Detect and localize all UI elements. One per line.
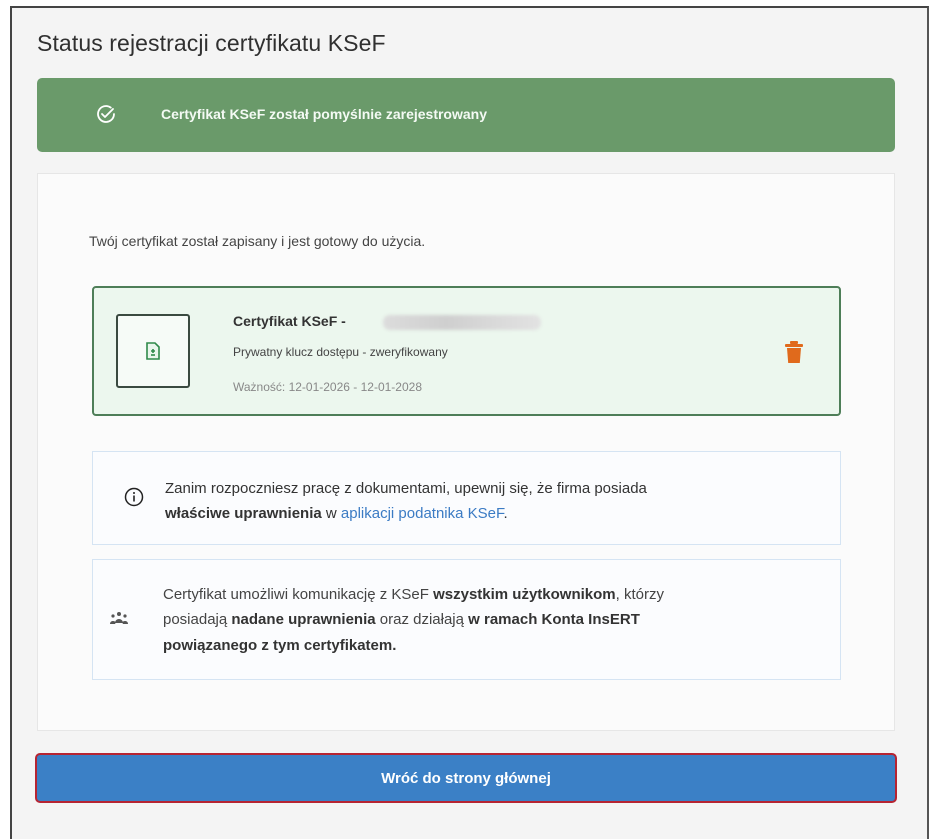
- info-end: .: [503, 505, 508, 522]
- lead-text: Twój certyfikat został zapisany i jest g…: [89, 233, 426, 249]
- users-note-line2: posiadają nadane uprawnienia oraz działa…: [163, 611, 640, 628]
- certificate-id-redacted: [383, 315, 541, 330]
- info-bold: właściwe uprawnienia: [165, 505, 322, 522]
- users-note-bold: w ramach Konta InsERT: [468, 611, 640, 628]
- ksef-app-link[interactable]: aplikacji podatnika KSeF: [341, 505, 504, 522]
- info-text-line2: właściwe uprawnienia w aplikacji podatni…: [165, 505, 508, 522]
- success-message: Certyfikat KSeF został pomyślnie zarejes…: [161, 106, 487, 122]
- check-circle-icon: [97, 105, 115, 123]
- info-text-line1: Zanim rozpoczniesz pracę z dokumentami, …: [165, 480, 647, 497]
- users-note-bold: nadane uprawnienia: [231, 611, 376, 628]
- users-note-text: oraz działają: [375, 611, 469, 628]
- certificate-file-icon: [146, 342, 160, 360]
- certificate-icon-box: [116, 314, 190, 388]
- users-note-line1: Certyfikat umożliwi komunikację z KSeF w…: [163, 586, 664, 603]
- users-note-bold: wszystkim użytkownikom: [433, 586, 616, 603]
- back-to-home-button[interactable]: Wróć do strony głównej: [35, 753, 897, 803]
- info-icon: [124, 487, 144, 507]
- trash-icon[interactable]: [784, 340, 804, 364]
- info-middle: w: [321, 505, 341, 522]
- users-note-line3: powiązanego z tym certyfikatem.: [163, 637, 397, 654]
- users-note-text: Certyfikat umożliwi komunikację z KSeF: [163, 586, 434, 603]
- certificate-card: Certyfikat KSeF - Prywatny klucz dostępu…: [92, 286, 841, 416]
- users-note-text: posiadają: [163, 611, 232, 628]
- users-note-text: , którzy: [615, 586, 664, 603]
- permissions-info-box: Zanim rozpoczniesz pracę z dokumentami, …: [92, 451, 841, 545]
- success-banner: Certyfikat KSeF został pomyślnie zarejes…: [37, 78, 895, 152]
- certificate-name: Certyfikat KSeF -: [233, 313, 346, 329]
- certificate-key-status: Prywatny klucz dostępu - zweryfikowany: [233, 345, 448, 359]
- users-icon: [110, 612, 128, 624]
- certificate-validity: Ważność: 12-01-2026 - 12-01-2028: [233, 380, 422, 394]
- users-info-box: Certyfikat umożliwi komunikację z KSeF w…: [92, 559, 841, 680]
- page-title: Status rejestracji certyfikatu KSeF: [37, 30, 386, 56]
